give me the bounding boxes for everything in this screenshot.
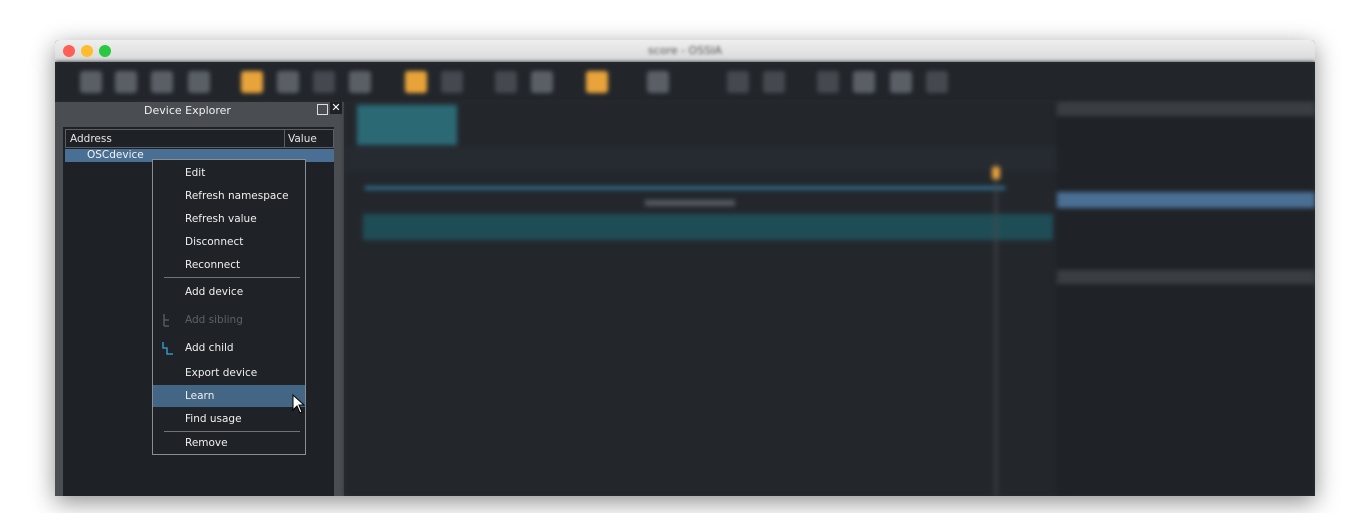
mouse-cursor-icon (292, 394, 306, 414)
menu-item-edit[interactable]: Edit (153, 162, 305, 184)
toolbar-button[interactable] (817, 71, 839, 93)
menu-item-add-device[interactable]: Add device (153, 281, 305, 303)
toolbar-button[interactable] (727, 71, 749, 93)
device-explorer-title: Device Explorer (144, 104, 231, 117)
toolbar-button[interactable] (763, 71, 785, 93)
menu-item-label: Edit (185, 167, 206, 179)
column-divider[interactable] (284, 130, 285, 147)
scenario-view[interactable] (345, 102, 1065, 496)
time-ruler (345, 147, 1065, 171)
toolbar-button[interactable] (151, 71, 173, 93)
toolbar-button[interactable] (115, 71, 137, 93)
toolbar-button[interactable] (926, 71, 948, 93)
toolbar-button[interactable] (890, 71, 912, 93)
toolbar-button[interactable] (853, 71, 875, 93)
menu-item-label: Add device (185, 286, 244, 298)
menu-item-label: Remove (185, 437, 228, 449)
toolbar-button[interactable] (80, 71, 102, 93)
column-header-value[interactable]: Value (288, 133, 317, 145)
add-child-icon (162, 342, 173, 355)
toolbar-button[interactable] (313, 71, 335, 93)
menu-item-add-child[interactable]: Add child (153, 337, 305, 359)
inspector-canvas (1057, 102, 1315, 284)
toolbar-button[interactable] (405, 71, 427, 93)
inspector-selected-row (1057, 192, 1315, 208)
menu-item-label: Export device (185, 367, 258, 379)
toolbar-button[interactable] (241, 71, 263, 93)
toolbar-button[interactable] (586, 71, 608, 93)
tree-header: Address Value (65, 129, 334, 148)
main-toolbar (55, 62, 1315, 102)
menu-item-label: Learn (185, 390, 215, 402)
menu-item-label: Add sibling (185, 314, 243, 326)
playhead-line (995, 162, 997, 496)
menu-item-label: Find usage (185, 413, 242, 425)
device-name: OSCdevice (87, 149, 144, 161)
timeline-block (357, 105, 457, 145)
device-explorer-header: Device Explorer ✕ (55, 102, 344, 119)
toolbar-button[interactable] (188, 71, 210, 93)
menu-item-refresh-namespace[interactable]: Refresh namespace (153, 185, 305, 207)
float-window-icon[interactable] (317, 104, 328, 115)
menu-item-label: Refresh value (185, 213, 257, 225)
toolbar-button[interactable] (647, 71, 669, 93)
menu-item-label: Disconnect (185, 236, 244, 248)
window-title: score - OSSIA (648, 44, 722, 57)
timeline-track (365, 187, 1005, 189)
menu-item-label: Reconnect (185, 259, 241, 271)
inspector-header (1057, 102, 1315, 116)
column-header-address[interactable]: Address (70, 133, 112, 145)
state-label (645, 200, 735, 206)
toolbar-button[interactable] (441, 71, 463, 93)
menu-item-label: Add child (185, 342, 234, 354)
toolbar-button[interactable] (349, 71, 371, 93)
menu-item-refresh-value[interactable]: Refresh value (153, 208, 305, 230)
close-icon[interactable]: ✕ (330, 102, 342, 114)
menu-item-disconnect[interactable]: Disconnect (153, 231, 305, 253)
menu-item-learn[interactable]: Learn (153, 385, 305, 407)
inspector-subheader (1057, 270, 1315, 284)
toolbar-button[interactable] (277, 71, 299, 93)
add-sibling-icon (163, 314, 169, 327)
menu-separator (164, 277, 300, 278)
menu-item-add-sibling: Add sibling (153, 309, 305, 331)
inspector-panel (1057, 102, 1315, 496)
playhead-marker (992, 167, 1000, 179)
toolbar-button[interactable] (495, 71, 517, 93)
device-context-menu: Edit Refresh namespace Refresh value Dis… (152, 159, 306, 455)
menu-item-export-device[interactable]: Export device (153, 362, 305, 384)
menu-item-reconnect[interactable]: Reconnect (153, 254, 305, 276)
title-bar: score - OSSIA (55, 40, 1315, 62)
timeline-canvas (345, 105, 1065, 496)
menu-item-find-usage[interactable]: Find usage (153, 408, 305, 430)
toolbar-button[interactable] (531, 71, 553, 93)
menu-item-label: Refresh namespace (185, 190, 289, 202)
menu-item-remove[interactable]: Remove (153, 432, 305, 454)
process-bar (363, 214, 1053, 240)
